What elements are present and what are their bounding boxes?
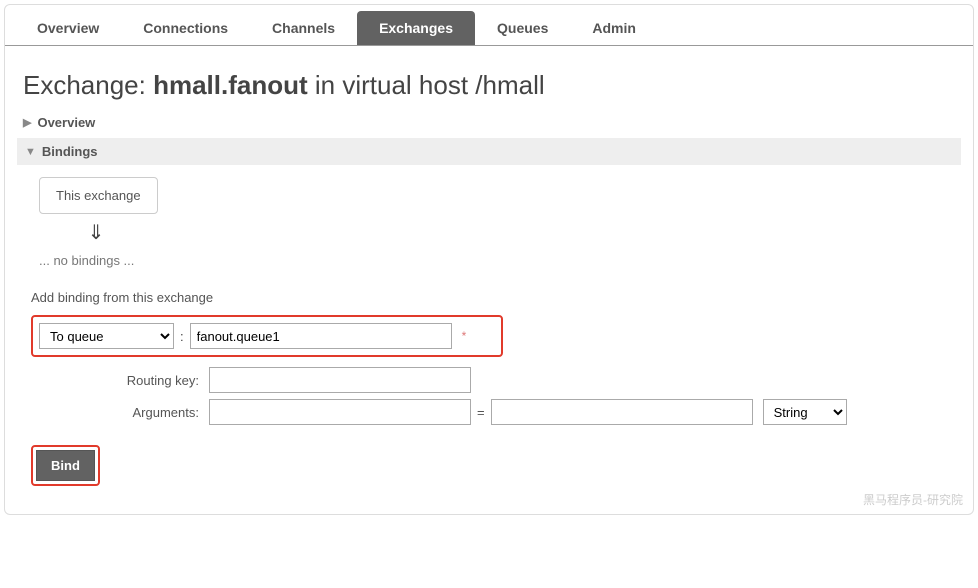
- section-overview-toggle[interactable]: ▶ Overview: [23, 111, 955, 134]
- routing-key-row: Routing key:: [31, 367, 955, 393]
- destination-row: To queue : *: [31, 315, 503, 357]
- arguments-label: Arguments:: [31, 405, 209, 420]
- argument-type-select[interactable]: String: [763, 399, 847, 425]
- tab-queues[interactable]: Queues: [475, 11, 570, 45]
- page: Overview Connections Channels Exchanges …: [4, 4, 974, 515]
- chevron-right-icon: ▶: [23, 116, 31, 129]
- chevron-down-icon: ▼: [25, 146, 36, 158]
- exchange-name: hmall.fanout: [153, 70, 308, 100]
- destination-name-input[interactable]: [190, 323, 452, 349]
- bind-button[interactable]: Bind: [36, 450, 95, 481]
- down-arrow-icon: ⇓: [31, 220, 161, 245]
- equals-sign: =: [471, 405, 491, 420]
- bind-button-wrap: Bind: [31, 445, 100, 486]
- nav-tabs: Overview Connections Channels Exchanges …: [5, 11, 973, 46]
- page-title: Exchange: hmall.fanout in virtual host /…: [23, 70, 955, 101]
- section-bindings-toggle[interactable]: ▼ Bindings: [17, 138, 961, 165]
- tab-exchanges[interactable]: Exchanges: [357, 11, 475, 45]
- title-prefix: Exchange:: [23, 70, 153, 100]
- arguments-row: Arguments: = String: [31, 399, 955, 425]
- title-mid: in virtual host: [308, 70, 476, 100]
- section-overview-label: Overview: [37, 115, 95, 130]
- watermark: 黑马程序员-研究院: [863, 491, 963, 508]
- vhost-name: /hmall: [475, 70, 544, 100]
- tab-channels[interactable]: Channels: [250, 11, 357, 45]
- bindings-body: This exchange ⇓ ... no bindings ... Add …: [23, 165, 955, 502]
- tab-connections[interactable]: Connections: [121, 11, 250, 45]
- add-binding-heading: Add binding from this exchange: [31, 290, 955, 305]
- routing-key-label: Routing key:: [31, 373, 209, 388]
- destination-type-select[interactable]: To queue: [39, 323, 174, 349]
- routing-key-input[interactable]: [209, 367, 471, 393]
- colon: :: [180, 329, 184, 344]
- tab-admin[interactable]: Admin: [570, 11, 658, 45]
- no-bindings-text: ... no bindings ...: [39, 253, 955, 268]
- section-bindings-label: Bindings: [42, 144, 98, 159]
- tab-overview[interactable]: Overview: [15, 11, 121, 45]
- argument-value-input[interactable]: [491, 399, 753, 425]
- content: Exchange: hmall.fanout in virtual host /…: [5, 46, 973, 502]
- required-mark: *: [458, 329, 471, 343]
- this-exchange-box: This exchange: [39, 177, 158, 214]
- argument-key-input[interactable]: [209, 399, 471, 425]
